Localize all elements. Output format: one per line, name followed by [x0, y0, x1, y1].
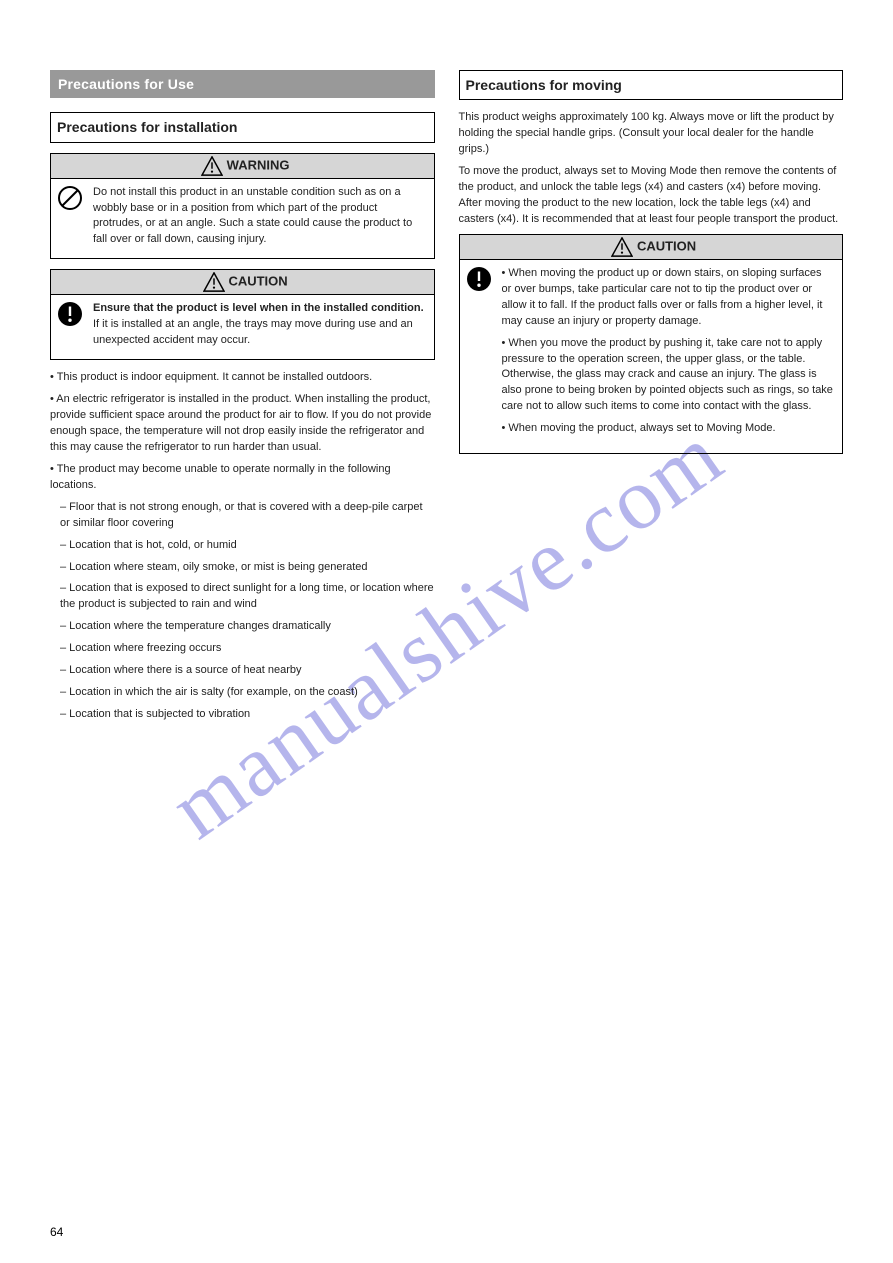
note-1: • An electric refrigerator is installed … [50, 392, 435, 456]
caution-item-2: • When moving the product, always set to… [502, 421, 835, 437]
mandatory-icon-right [466, 266, 494, 443]
caution-item-0: • When moving the product up or down sta… [502, 266, 835, 330]
caution-triangle-icon-right [611, 237, 633, 257]
caution-item-1: • When you move the product by pushing i… [502, 336, 835, 416]
caution-header-left: CAUTION [51, 270, 434, 295]
caution-triangle-icon [203, 272, 225, 292]
note-5: – Location where steam, oily smoke, or m… [50, 560, 435, 576]
caution-text-left: If it is installed at an angle, the tray… [93, 317, 426, 349]
warning-triangle-icon [201, 156, 223, 176]
subheading-installation: Precautions for installation [50, 112, 435, 142]
mandatory-icon-left [57, 301, 85, 349]
note-11: – Location that is subjected to vibratio… [50, 707, 435, 723]
caution-box-left: CAUTION Ensure that the product is level… [50, 269, 435, 360]
warning-box: WARNING Do not install this product in a… [50, 153, 435, 260]
section-title: Precautions for Use [50, 70, 435, 98]
note-0: • This product is indoor equipment. It c… [50, 370, 435, 386]
notes-block: • This product is indoor equipment. It c… [50, 370, 435, 723]
note-9: – Location where there is a source of he… [50, 663, 435, 679]
moving-para-1: To move the product, always set to Movin… [459, 164, 844, 228]
right-column: Precautions for moving This product weig… [459, 70, 844, 729]
page-content: Precautions for Use Precautions for inst… [0, 0, 893, 769]
caution-lead-left: Ensure that the product is level when in… [93, 301, 426, 317]
note-6: – Location that is exposed to direct sun… [50, 581, 435, 613]
note-7: – Location where the temperature changes… [50, 619, 435, 635]
warning-label: WARNING [227, 157, 290, 172]
note-2: • The product may become unable to opera… [50, 462, 435, 494]
caution-label-right: CAUTION [637, 238, 696, 253]
moving-para-0: This product weighs approximately 100 kg… [459, 110, 844, 158]
warning-header: WARNING [51, 154, 434, 179]
note-10: – Location in which the air is salty (fo… [50, 685, 435, 701]
caution-label-left: CAUTION [228, 274, 287, 289]
note-8: – Location where freezing occurs [50, 641, 435, 657]
subheading-moving: Precautions for moving [459, 70, 844, 100]
prohibition-icon [57, 185, 85, 249]
left-column: Precautions for Use Precautions for inst… [50, 70, 435, 729]
note-3: – Floor that is not strong enough, or th… [50, 500, 435, 532]
caution-header-right: CAUTION [460, 235, 843, 260]
warning-text: Do not install this product in an unstab… [93, 185, 426, 249]
note-4: – Location that is hot, cold, or humid [50, 538, 435, 554]
page-number: 64 [50, 1225, 63, 1239]
caution-box-right: CAUTION • When moving the product up or … [459, 234, 844, 454]
